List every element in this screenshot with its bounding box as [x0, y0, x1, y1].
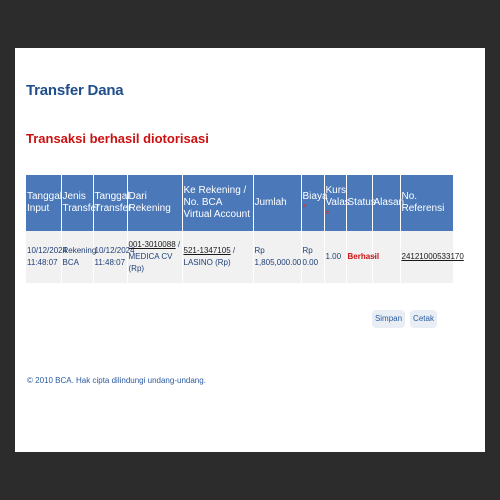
header-biaya-label: Biaya	[302, 191, 328, 202]
required-marker: *	[302, 203, 307, 214]
header-no-referensi: No. Referensi	[400, 175, 454, 231]
success-message: Transaksi berhasil diotorisasi	[26, 131, 209, 146]
cell-jenis-transfer: Rekening BCA	[61, 231, 96, 283]
transaction-table: Tanggal Input Jenis Transfer Tanggal Tra…	[26, 175, 464, 283]
cell-no-referensi: 24121000533170	[400, 231, 464, 283]
header-jumlah: Jumlah	[253, 175, 302, 231]
save-button[interactable]: Simpan	[372, 310, 405, 328]
header-status: Status	[346, 175, 376, 231]
table-header-row: Tanggal Input Jenis Transfer Tanggal Tra…	[26, 175, 454, 231]
cell-jumlah: Rp 1,805,000.00	[253, 231, 302, 283]
required-marker: *	[325, 209, 330, 220]
header-alasan: Alasan	[372, 175, 404, 231]
cell-kurs-valas: 1.00	[324, 231, 347, 283]
print-button[interactable]: Cetak	[410, 310, 437, 328]
cell-biaya: Rp 0.00	[301, 231, 325, 283]
cell-dari-rekening: 001-3010088 / MEDICA CV (Rp)	[127, 231, 183, 283]
table-row: 10/12/2024 11:48:07 Rekening BCA 10/12/2…	[26, 231, 464, 283]
cell-ke-rekening: 521-1347105 / LASINO (Rp)	[182, 231, 254, 283]
header-dari-rekening: Dari Rekening	[127, 175, 183, 231]
header-tanggal-transfer: Tanggal Transfer	[93, 175, 131, 231]
header-tanggal-input: Tanggal Input	[26, 175, 62, 231]
cell-status: Berhasil	[346, 231, 379, 283]
header-ke-rekening: Ke Rekening / No. BCA Virtual Account	[182, 175, 254, 231]
cell-tanggal-transfer: 10/12/2024 11:48:07	[93, 231, 135, 283]
cell-tanggal-input: 10/12/2024 11:48:07	[26, 231, 67, 283]
page-title: Transfer Dana	[26, 82, 124, 99]
content-panel: Transfer Dana Transaksi berhasil diotori…	[15, 48, 485, 452]
header-jenis-transfer: Jenis Transfer	[61, 175, 99, 231]
header-kurs-valas: Kurs Valas *	[324, 175, 350, 231]
source-account-number: 001-3010088	[128, 240, 176, 249]
reference-number: 24121000533170	[401, 252, 464, 261]
header-biaya: Biaya *	[301, 175, 328, 231]
copyright-text: © 2010 BCA. Hak cipta dilindungi undang-…	[27, 376, 206, 385]
destination-account-number: 521-1347105	[183, 246, 231, 255]
